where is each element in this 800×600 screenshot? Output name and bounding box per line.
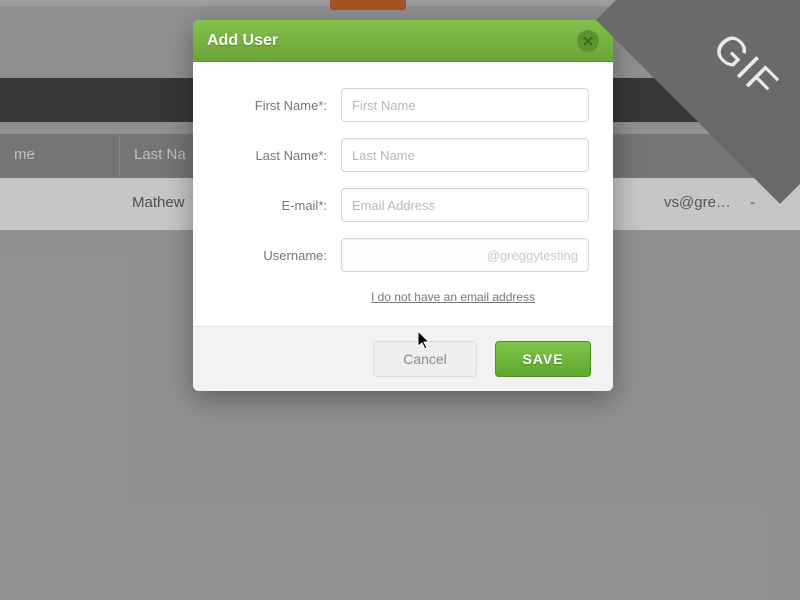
modal-footer: Cancel SAVE	[193, 326, 613, 391]
input-username[interactable]	[341, 238, 589, 272]
row-first-name: First Name*:	[217, 88, 589, 122]
row-last-name: Last Name*:	[217, 138, 589, 172]
close-icon	[583, 36, 593, 46]
close-button[interactable]	[577, 30, 599, 52]
save-button[interactable]: SAVE	[495, 341, 591, 377]
label-last-name: Last Name*:	[217, 148, 341, 163]
cancel-button[interactable]: Cancel	[373, 341, 477, 377]
label-email: E-mail*:	[217, 198, 341, 213]
add-user-modal: Add User First Name*: Last Name*: E-mail…	[193, 20, 613, 391]
modal-title: Add User	[207, 32, 278, 50]
modal-header: Add User	[193, 20, 613, 62]
input-email[interactable]	[341, 188, 589, 222]
input-last-name[interactable]	[341, 138, 589, 172]
modal-body: First Name*: Last Name*: E-mail*: Userna…	[193, 62, 613, 326]
row-email: E-mail*:	[217, 188, 589, 222]
no-email-row: I do not have an email address	[317, 288, 589, 306]
input-first-name[interactable]	[341, 88, 589, 122]
no-email-link[interactable]: I do not have an email address	[371, 290, 535, 304]
label-username: Username:	[217, 248, 341, 263]
label-first-name: First Name*:	[217, 98, 341, 113]
row-username: Username:	[217, 238, 589, 272]
